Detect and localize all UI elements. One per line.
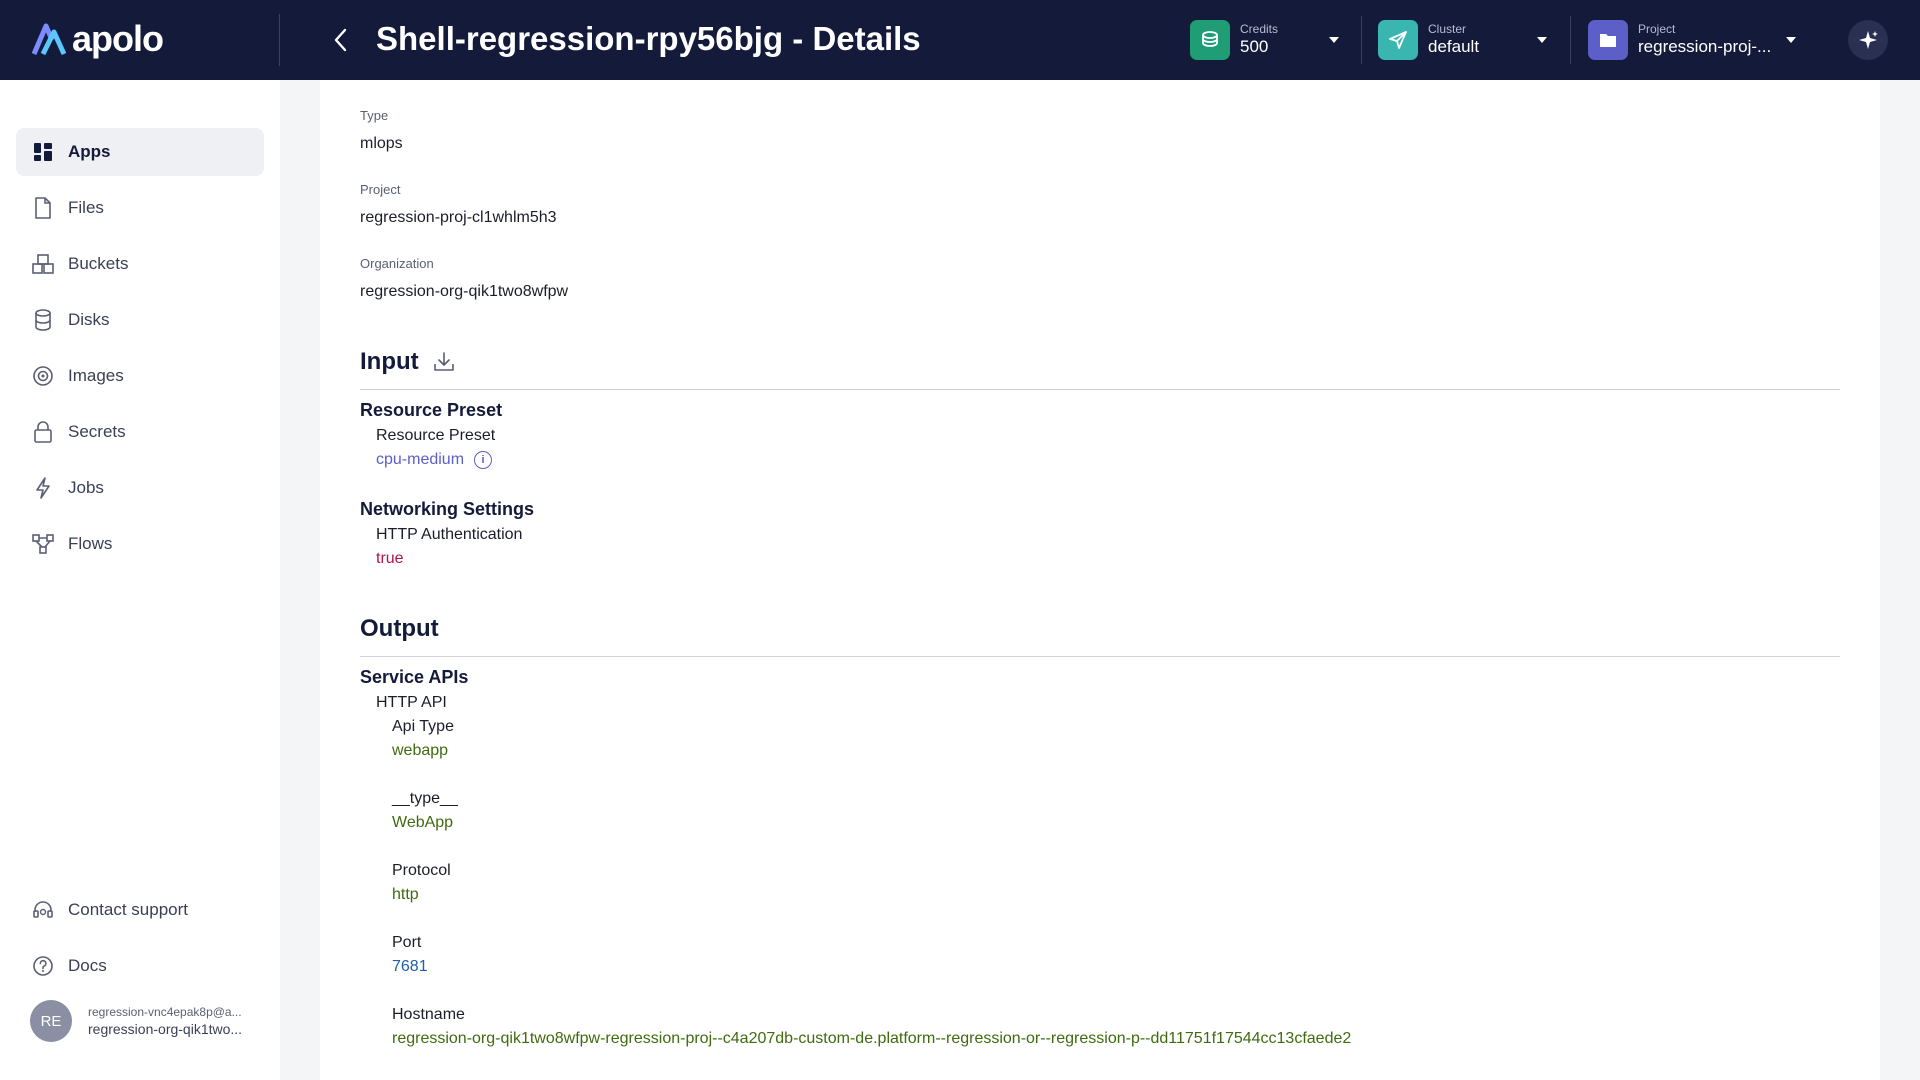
http-authentication-label: HTTP Authentication [376, 526, 523, 543]
cluster-value: default [1428, 37, 1480, 56]
header-separator [1570, 16, 1571, 64]
sidebar-item-files[interactable]: Files [16, 184, 264, 232]
avatar: RE [30, 1000, 72, 1042]
service-apis-group: Service APIs [360, 667, 469, 687]
api-type-value: webapp [392, 742, 449, 759]
hostname-value: regression-org-qik1two8wfpw-regression-p… [392, 1030, 1352, 1047]
networking-settings-group: Networking Settings [360, 499, 535, 519]
type-field-value: WebApp [392, 814, 454, 831]
apolo-logo-icon [31, 23, 66, 56]
info-icon[interactable]: i [474, 451, 493, 469]
lock-icon [32, 421, 54, 443]
folder-icon [1588, 20, 1628, 60]
user-org: regression-org-qik1two... [88, 1021, 243, 1037]
input-title: Input [360, 348, 419, 375]
port-label: Port [392, 934, 422, 951]
project-caret-icon[interactable] [1786, 37, 1796, 43]
help-circle-icon [32, 955, 54, 977]
output-section-title: Output [360, 615, 439, 643]
project-label: Project [1638, 22, 1676, 36]
sidebar-item-label: Jobs [68, 478, 104, 497]
headset-icon [32, 899, 54, 921]
sidebar-item-buckets[interactable]: Buckets [16, 240, 264, 288]
sidebar-item-secrets[interactable]: Secrets [16, 408, 264, 456]
user-profile[interactable]: RE regression-vnc4epak8p@a... regression… [30, 1000, 242, 1042]
top-divider [279, 14, 280, 66]
credits-label: Credits [1240, 22, 1279, 36]
sidebar-item-label: Contact support [68, 900, 189, 919]
cluster-label: Cluster [1428, 22, 1467, 36]
back-button[interactable] [322, 22, 358, 58]
credits-value: 500 [1240, 37, 1269, 56]
chevron-left-icon [334, 28, 347, 52]
input-section-title: Input [360, 348, 455, 376]
apps-grid-icon [32, 141, 54, 163]
page-title: Shell-regression-rpy56bjg - Details [376, 20, 921, 57]
sidebar-nav: Apps Files Buckets Disks Images Secrets … [16, 128, 264, 576]
sidebar-item-flows[interactable]: Flows [16, 520, 264, 568]
resource-preset-link[interactable]: cpu-medium [376, 451, 464, 469]
sidebar-item-label: Apps [68, 142, 111, 161]
project-value: regression-proj-cl1whlm5h3 [360, 209, 557, 226]
protocol-value: http [392, 886, 419, 903]
sidebar-item-label: Docs [68, 956, 107, 975]
http-api-label: HTTP API [376, 694, 447, 711]
credits-caret-icon[interactable] [1329, 37, 1339, 43]
sidebar-item-label: Buckets [68, 254, 129, 273]
file-icon [32, 197, 54, 219]
assistant-button[interactable] [1848, 20, 1888, 60]
coins-icon [1190, 20, 1230, 60]
sparkles-icon [1859, 31, 1878, 49]
user-email: regression-vnc4epak8p@a... [88, 1005, 242, 1019]
lightning-icon [32, 477, 54, 499]
logo-text: apolo [72, 18, 164, 59]
sidebar-item-label: Images [68, 366, 124, 385]
cluster-caret-icon[interactable] [1537, 37, 1547, 43]
send-icon [1378, 20, 1418, 60]
section-divider [360, 656, 1840, 657]
section-divider [360, 389, 1840, 390]
http-authentication-value: true [376, 550, 404, 567]
cluster-selector[interactable]: Cluster default [1378, 20, 1479, 60]
api-type-label: Api Type [392, 718, 454, 735]
header-separator [1361, 16, 1362, 64]
resource-preset-value[interactable]: cpu-medium i [376, 451, 493, 469]
sidebar-item-label: Files [68, 198, 104, 217]
type-value: mlops [360, 135, 403, 152]
sidebar-item-label: Disks [68, 310, 110, 329]
top-bar: apolo Shell-regression-rpy56bjg - Detail… [0, 0, 1920, 80]
download-icon[interactable] [433, 351, 455, 373]
hostname-label: Hostname [392, 1006, 465, 1023]
project-selector[interactable]: Project regression-proj-... [1588, 20, 1771, 60]
protocol-label: Protocol [392, 862, 451, 879]
flow-icon [32, 533, 54, 555]
details-panel: Type mlops Project regression-proj-cl1wh… [320, 80, 1880, 1080]
resource-preset-group: Resource Preset [360, 400, 503, 420]
buckets-icon [32, 253, 54, 275]
sidebar-item-disks[interactable]: Disks [16, 296, 264, 344]
sidebar-item-label: Secrets [68, 422, 126, 441]
type-field-label: __type__ [392, 790, 458, 807]
sidebar: Apps Files Buckets Disks Images Secrets … [0, 80, 280, 1080]
sidebar-item-docs[interactable]: Docs [16, 942, 264, 990]
credits-selector[interactable]: Credits 500 [1190, 20, 1278, 60]
sidebar-item-jobs[interactable]: Jobs [16, 464, 264, 512]
disc-icon [32, 365, 54, 387]
resource-preset-label: Resource Preset [376, 427, 496, 444]
sidebar-item-label: Flows [68, 534, 113, 553]
organization-label: Organization [360, 256, 434, 271]
database-icon [32, 309, 54, 331]
sidebar-item-apps[interactable]: Apps [16, 128, 264, 176]
output-title: Output [360, 615, 439, 642]
organization-value: regression-org-qik1two8wfpw [360, 283, 569, 300]
apolo-logo[interactable]: apolo [30, 18, 164, 60]
project-label: Project [360, 182, 401, 197]
project-value: regression-proj-... [1638, 37, 1772, 56]
type-label: Type [360, 108, 389, 123]
sidebar-item-images[interactable]: Images [16, 352, 264, 400]
sidebar-item-contact-support[interactable]: Contact support [16, 886, 264, 934]
port-value: 7681 [392, 958, 428, 975]
sidebar-bottom-nav: Contact support Docs [16, 886, 264, 998]
